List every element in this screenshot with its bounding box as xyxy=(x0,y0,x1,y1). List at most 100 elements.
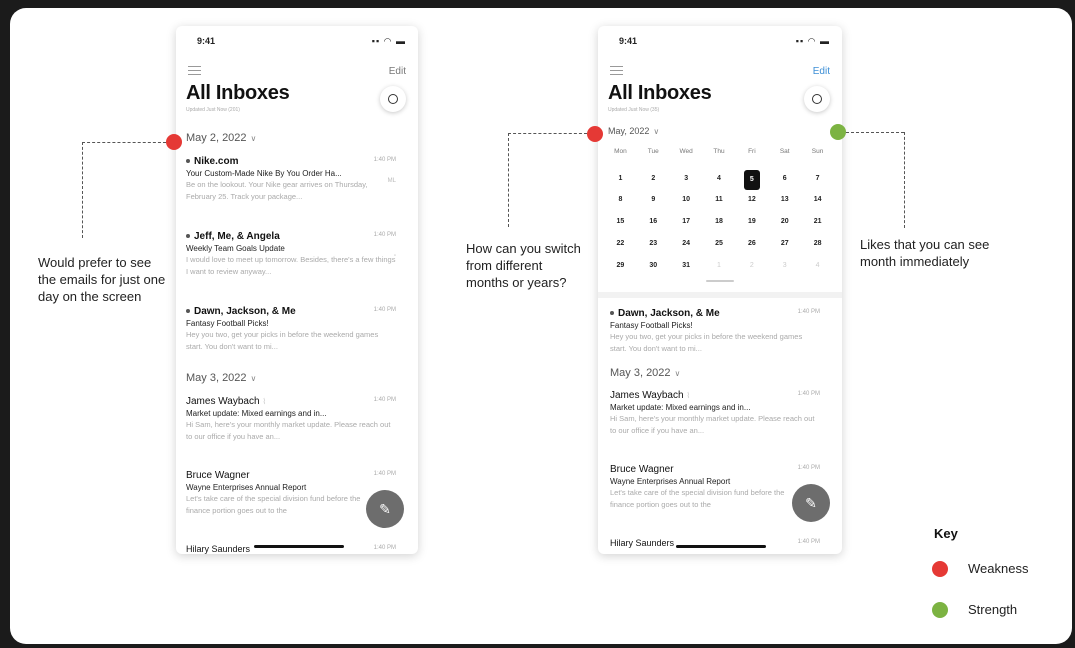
weakness-marker xyxy=(587,126,603,142)
calendar-day[interactable]: 25 xyxy=(703,240,736,247)
calendar-day[interactable]: 16 xyxy=(637,218,670,225)
calendar-day-next-month[interactable]: 2 xyxy=(735,262,768,269)
email-time: 1:40 PM xyxy=(797,539,820,545)
email-time: 1:40 PM xyxy=(373,545,396,551)
connector-line xyxy=(82,142,166,143)
compose-button[interactable]: ✎ xyxy=(366,490,404,528)
month-selector[interactable]: May, 2022 ∨ xyxy=(608,126,659,136)
menu-icon[interactable] xyxy=(188,66,201,75)
calendar-day[interactable]: 8 xyxy=(604,196,637,203)
connector-line xyxy=(508,133,587,134)
calendar-drag-handle[interactable] xyxy=(706,280,734,282)
email-item[interactable]: Dawn, Jackson, & Me 1:40 PM Fantasy Foot… xyxy=(186,306,396,353)
month-label: May, 2022 xyxy=(608,126,650,136)
weekday-label: Mon xyxy=(614,148,627,155)
calendar-day[interactable]: 30 xyxy=(637,262,670,269)
email-time: 1:40 PM xyxy=(373,232,396,238)
weekday-label: Fri xyxy=(748,148,756,155)
weekday-label: Tue xyxy=(647,148,659,155)
connector-line xyxy=(846,132,904,133)
email-subject: Market update: Mixed earnings and in... xyxy=(610,403,751,412)
page-title: All Inboxes xyxy=(608,82,712,104)
email-item[interactable]: Bruce Wagner 1:40 PM Wayne Enterprises A… xyxy=(610,464,820,511)
email-sender: James Waybach xyxy=(186,396,260,407)
calendar-day[interactable]: 23 xyxy=(637,240,670,247)
calendar-day[interactable]: 29 xyxy=(604,262,637,269)
calendar-day[interactable]: 14 xyxy=(801,196,834,203)
left-phone-mockup: 9:41 ▪▪ ◠ ▬ Edit All Inboxes Updated Jus… xyxy=(176,26,418,554)
calendar-day[interactable]: 31 xyxy=(670,262,703,269)
calendar-day[interactable]: 4 xyxy=(703,170,736,190)
email-tag: ML xyxy=(387,178,396,184)
email-item[interactable]: Dawn, Jackson, & Me 1:40 PM Fantasy Foot… xyxy=(610,308,820,355)
home-indicator xyxy=(254,545,344,548)
calendar-day[interactable]: 18 xyxy=(703,218,736,225)
compose-button[interactable]: ✎ xyxy=(792,484,830,522)
email-item[interactable]: James Waybach ⌇ 1:40 PM Market update: M… xyxy=(610,390,820,437)
date-header[interactable]: May 2, 2022 ∨ xyxy=(186,132,256,144)
annotation-note: Would prefer to see the emails for just … xyxy=(38,255,166,304)
email-time: 1:40 PM xyxy=(373,307,396,313)
legend-title: Key xyxy=(934,526,958,541)
weekday-label: Thu xyxy=(713,148,725,155)
email-preview: I would love to meet up tomorrow. Beside… xyxy=(186,255,396,276)
calendar-day[interactable]: 27 xyxy=(768,240,801,247)
email-sender: Dawn, Jackson, & Me xyxy=(194,306,296,317)
calendar-divider xyxy=(598,292,842,298)
calendar-day[interactable]: 11 xyxy=(703,196,736,203)
calendar-day-next-month[interactable]: 1 xyxy=(703,262,736,269)
email-item[interactable]: James Waybach ⌇ 1:40 PM Market update: M… xyxy=(186,396,396,443)
calendar-day[interactable]: 2 xyxy=(637,170,670,190)
calendar-day[interactable]: 19 xyxy=(735,218,768,225)
email-time: 1:40 PM xyxy=(797,309,820,315)
calendar-day[interactable]: 26 xyxy=(735,240,768,247)
edit-button[interactable]: Edit xyxy=(389,66,406,77)
calendar-day[interactable]: 28 xyxy=(801,240,834,247)
unread-dot-icon xyxy=(610,311,614,316)
email-item[interactable]: Nike.com 1:40 PM Your Custom-Made Nike B… xyxy=(186,156,396,203)
connector-line xyxy=(508,133,509,227)
email-preview: Let's take care of the special division … xyxy=(186,494,361,515)
home-indicator xyxy=(676,545,766,548)
calendar-day[interactable]: 7 xyxy=(801,170,834,190)
calendar-day[interactable]: 13 xyxy=(768,196,801,203)
calendar-day[interactable]: 10 xyxy=(670,196,703,203)
email-item[interactable]: Jeff, Me, & Angela 1:40 PM Weekly Team G… xyxy=(186,231,396,278)
calendar-day[interactable]: 24 xyxy=(670,240,703,247)
calendar-week: 15 16 17 18 19 20 21 xyxy=(604,218,834,225)
calendar-day-selected[interactable]: 5 xyxy=(743,170,760,190)
filter-button[interactable] xyxy=(380,86,406,112)
filter-button[interactable] xyxy=(804,86,830,112)
calendar-day-next-month[interactable]: 3 xyxy=(768,262,801,269)
calendar-day[interactable]: 3 xyxy=(670,170,703,190)
research-board: 9:41 ▪▪ ◠ ▬ Edit All Inboxes Updated Jus… xyxy=(10,8,1072,644)
email-sender: Nike.com xyxy=(194,156,239,167)
circle-icon xyxy=(388,94,398,104)
date-header[interactable]: May 3, 2022 ∨ xyxy=(186,372,256,384)
menu-icon[interactable] xyxy=(610,66,623,75)
calendar-day[interactable]: 15 xyxy=(604,218,637,225)
date-header[interactable]: May 3, 2022 ∨ xyxy=(610,367,680,379)
chevron-down-icon: ∨ xyxy=(653,127,660,136)
edit-button[interactable]: Edit xyxy=(813,66,830,77)
calendar-day[interactable]: 20 xyxy=(768,218,801,225)
calendar-day[interactable]: 21 xyxy=(801,218,834,225)
email-subject: Weekly Team Goals Update xyxy=(186,244,285,253)
calendar-day-next-month[interactable]: 4 xyxy=(801,262,834,269)
calendar-day[interactable]: 9 xyxy=(637,196,670,203)
calendar-day[interactable]: 1 xyxy=(604,170,637,190)
calendar-day[interactable]: 6 xyxy=(768,170,801,190)
calendar-day[interactable]: 12 xyxy=(735,196,768,203)
weakness-legend-swatch xyxy=(932,561,948,577)
pencil-icon: ✎ xyxy=(379,501,391,517)
calendar-day[interactable]: 17 xyxy=(670,218,703,225)
weekday-label: Wed xyxy=(679,148,693,155)
email-subject: Wayne Enterprises Annual Report xyxy=(186,483,307,492)
email-item[interactable]: Bruce Wagner 1:40 PM Wayne Enterprises A… xyxy=(186,470,396,517)
email-sender: Bruce Wagner xyxy=(610,464,674,475)
email-time: 1:40 PM xyxy=(373,397,396,403)
status-time: 9:41 xyxy=(619,36,638,46)
status-time: 9:41 xyxy=(197,36,216,46)
calendar-week: 22 23 24 25 26 27 28 xyxy=(604,240,834,247)
calendar-day[interactable]: 22 xyxy=(604,240,637,247)
